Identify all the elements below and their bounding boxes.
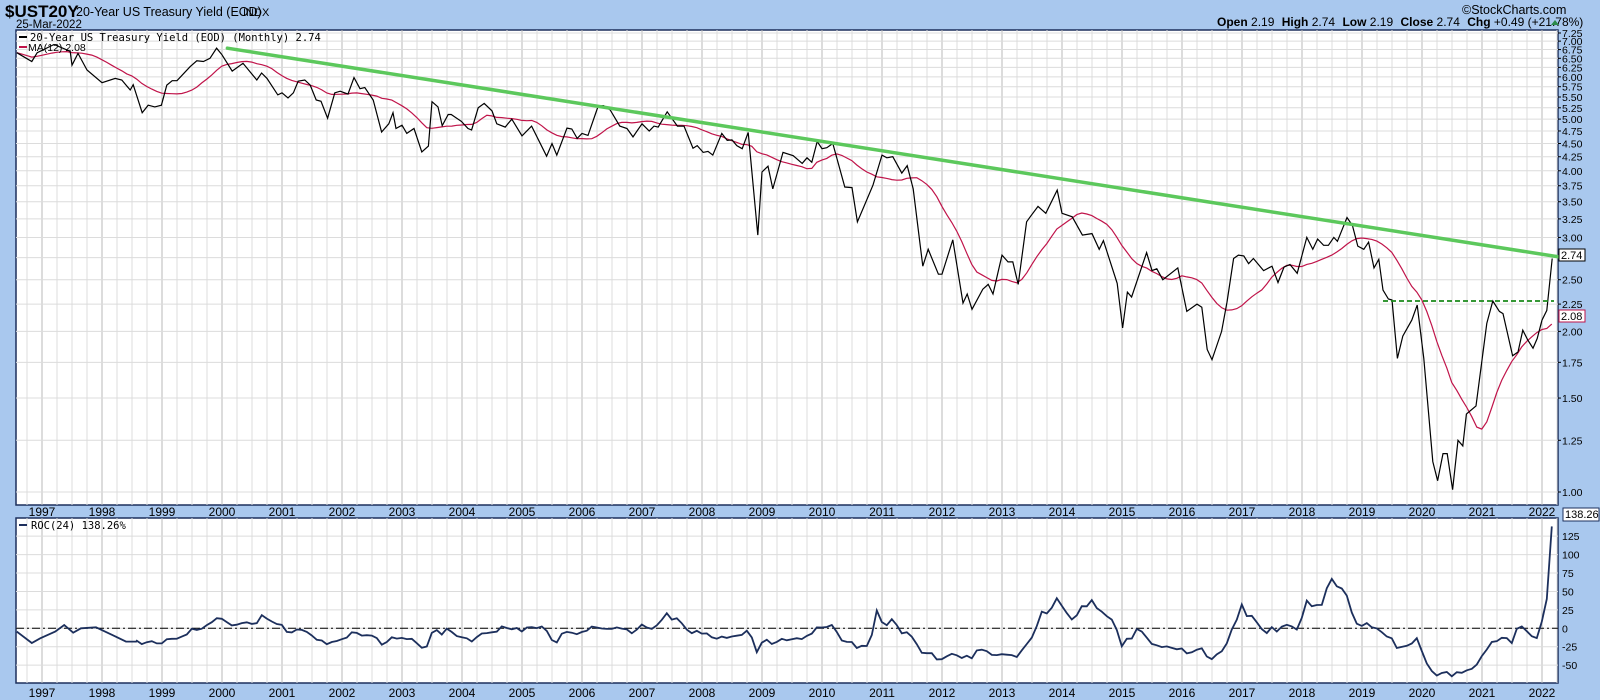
chg-label: Chg (1467, 15, 1490, 29)
roc-tick-label: 75 (1562, 568, 1574, 580)
x-tick-label: 2016 (1169, 505, 1196, 519)
x-tick-label: 2010 (809, 505, 836, 519)
chart-date: 25-Mar-2022 (16, 19, 82, 31)
y-tick-label: 4.50 (1562, 139, 1583, 151)
x-tick-label: 2007 (629, 686, 656, 700)
x-tick-label: 2009 (749, 686, 776, 700)
y-tick-label: 3.50 (1562, 197, 1583, 209)
y-tick-label: 3.75 (1562, 181, 1583, 193)
x-tick-label: 2012 (929, 686, 956, 700)
roc-tick-label: 0 (1562, 623, 1568, 635)
x-tick-label: 1998 (89, 505, 116, 519)
x-tick-label: 2005 (509, 505, 536, 519)
x-tick-label: 2001 (269, 505, 296, 519)
x-tick-label: 2013 (989, 686, 1016, 700)
x-tick-label: 2020 (1409, 686, 1436, 700)
ohlc-readout: Open 2.19 High 2.74 Low 2.19 Close 2.74 … (1217, 15, 1583, 29)
y-tick-label: 3.00 (1562, 232, 1583, 244)
close-value: 2.74 (1437, 15, 1461, 29)
ma-legend: MA(12) 2.08 (28, 42, 86, 54)
y-tick-label: 2.00 (1562, 326, 1583, 338)
chg-value: +0.49 (+21.78%) (1494, 15, 1583, 29)
x-tick-label: 2003 (389, 686, 416, 700)
x-tick-label: 2006 (569, 505, 596, 519)
x-tick-label: 2022 (1529, 505, 1556, 519)
y-tick-label: 1.75 (1562, 357, 1583, 369)
x-tick-label: 2000 (209, 505, 236, 519)
roc-tag-value: 138.26 (1565, 509, 1599, 521)
x-tick-label: 1999 (149, 505, 176, 519)
y-tick-label: 5.25 (1562, 103, 1583, 115)
roc-legend: ROC(24) 138.26% (31, 520, 127, 532)
x-tick-label: 2012 (929, 505, 956, 519)
y-tick-label: 1.00 (1562, 487, 1583, 499)
x-tick-label: 2002 (329, 505, 356, 519)
x-tick-label: 2004 (449, 686, 476, 700)
low-value: 2.19 (1370, 15, 1394, 29)
x-tick-label: 2015 (1109, 505, 1136, 519)
x-tick-label: 2000 (209, 686, 236, 700)
roc-tick-label: 25 (1562, 605, 1574, 617)
roc-tick-label: 100 (1562, 550, 1580, 562)
price-tag-value: 2.74 (1561, 250, 1582, 262)
x-tick-label: 2018 (1289, 686, 1316, 700)
x-tick-label: 2009 (749, 505, 776, 519)
x-tick-label: 2014 (1049, 686, 1076, 700)
x-tick-label: 2003 (389, 505, 416, 519)
y-tick-label: 1.25 (1562, 435, 1583, 447)
x-tick-label: 2004 (449, 505, 476, 519)
x-tick-label: 2022 (1529, 686, 1556, 700)
exchange: INDX (243, 7, 270, 19)
y-tick-label: 2.50 (1562, 275, 1583, 287)
y-tick-label: 1.50 (1562, 393, 1583, 405)
y-tick-label: 4.00 (1562, 166, 1583, 178)
x-tick-label: 2021 (1469, 686, 1496, 700)
x-tick-label: 2021 (1469, 505, 1496, 519)
x-tick-label: 2002 (329, 686, 356, 700)
x-tick-label: 2007 (629, 505, 656, 519)
y-tick-label: 5.00 (1562, 114, 1583, 126)
x-tick-label: 2010 (809, 686, 836, 700)
x-tick-label: 1999 (149, 686, 176, 700)
x-tick-label: 1998 (89, 686, 116, 700)
x-tick-label: 2015 (1109, 686, 1136, 700)
x-tick-label: 2018 (1289, 505, 1316, 519)
x-tick-label: 1997 (29, 505, 56, 519)
low-label: Low (1342, 15, 1367, 29)
x-tick-label: 2011 (869, 686, 895, 700)
ma-tag-value: 2.08 (1561, 311, 1582, 323)
security-name: 20-Year US Treasury Yield (EOD) (76, 5, 262, 19)
y-tick-label: 4.75 (1562, 126, 1583, 138)
high-value: 2.74 (1312, 15, 1336, 29)
x-tick-label: 2008 (689, 686, 716, 700)
x-tick-label: 2001 (269, 686, 296, 700)
x-tick-label: 2020 (1409, 505, 1436, 519)
x-tick-label: 2017 (1229, 505, 1256, 519)
x-tick-label: 2014 (1049, 505, 1076, 519)
roc-tick-label: -25 (1562, 642, 1577, 654)
open-value: 2.19 (1251, 15, 1275, 29)
price-panel[interactable] (15, 29, 1559, 506)
high-label: High (1282, 15, 1309, 29)
y-tick-label: 4.25 (1562, 152, 1583, 164)
y-tick-label: 2.25 (1562, 299, 1583, 311)
x-tick-label: 2016 (1169, 686, 1196, 700)
x-tick-label: 2008 (689, 505, 716, 519)
roc-tick-label: 125 (1562, 531, 1580, 543)
open-label: Open (1217, 15, 1248, 29)
chart-canvas: $UST20Y 20-Year US Treasury Yield (EOD) … (5, 2, 1600, 700)
y-tick-label: 3.25 (1562, 214, 1583, 226)
x-tick-label: 2011 (869, 505, 895, 519)
x-tick-label: 2006 (569, 686, 596, 700)
x-tick-label: 2017 (1229, 686, 1256, 700)
x-tick-label: 2019 (1349, 505, 1376, 519)
roc-tick-label: -50 (1562, 660, 1577, 672)
roc-panel[interactable] (15, 517, 1559, 684)
x-tick-label: 1997 (29, 686, 56, 700)
x-tick-label: 2013 (989, 505, 1016, 519)
close-label: Close (1400, 15, 1433, 29)
x-tick-label: 2005 (509, 686, 536, 700)
roc-tick-label: 50 (1562, 586, 1574, 598)
x-tick-label: 2019 (1349, 686, 1376, 700)
